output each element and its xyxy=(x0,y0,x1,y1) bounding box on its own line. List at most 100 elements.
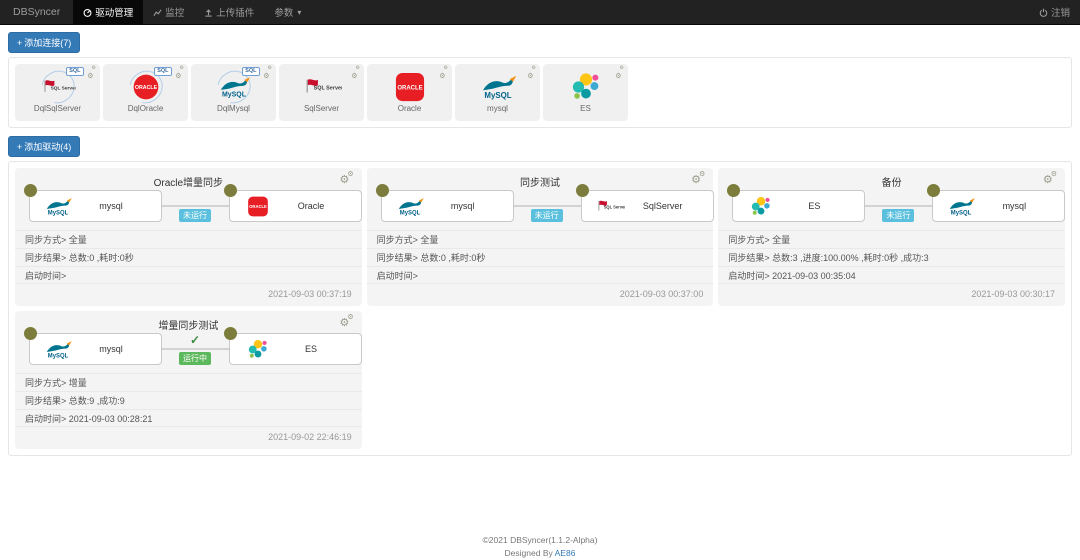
dashboard-icon xyxy=(83,8,92,17)
connector-dot-icon xyxy=(224,327,237,340)
connection-card-dqloracle[interactable]: ⚙⚙ SQL DqlOracle xyxy=(103,64,188,121)
connector-line xyxy=(161,205,230,207)
source-name: mysql xyxy=(73,344,161,354)
settings-gears-icon[interactable]: ⚙⚙ xyxy=(87,66,96,82)
target-name: Oracle xyxy=(273,201,361,211)
connection-card-dqlmysql[interactable]: ⚙⚙ SQL DqlMysql xyxy=(191,64,276,121)
settings-gears-icon[interactable]: ⚙⚙ xyxy=(263,66,272,82)
sqlserver-icon xyxy=(595,196,625,217)
connection-name: DqlSqlServer xyxy=(15,104,100,113)
connection-card-dqlsqlserver[interactable]: ⚙⚙ SQL DqlSqlServer xyxy=(15,64,100,121)
source-connector[interactable]: mysql xyxy=(381,190,514,222)
target-name: SqlServer xyxy=(625,201,713,211)
elasticsearch-icon xyxy=(243,339,273,360)
connector-dot-icon xyxy=(24,327,37,340)
dql-oracle-icon: SQL xyxy=(126,71,166,103)
sync-result-row: 同步结果> 总数:0 ,耗时:0秒 xyxy=(15,248,362,266)
mysql-icon xyxy=(43,196,73,217)
settings-gears-icon[interactable]: ⚙⚙ xyxy=(340,314,354,330)
sync-mode-row: 同步方式> 全量 xyxy=(718,230,1065,248)
target-connector[interactable]: mysql xyxy=(932,190,1065,222)
create-timestamp: 2021-09-03 00:37:19 xyxy=(268,289,352,299)
nav-item-driver-management[interactable]: 驱动管理 xyxy=(73,0,143,24)
line-chart-icon xyxy=(153,8,162,17)
chevron-down-icon: ▾ xyxy=(297,8,301,17)
target-connector[interactable]: SqlServer xyxy=(581,190,714,222)
plus-icon: + xyxy=(17,38,22,48)
create-timestamp: 2021-09-03 00:30:17 xyxy=(971,289,1055,299)
connector-dot-icon xyxy=(927,184,940,197)
source-name: ES xyxy=(776,201,864,211)
add-connection-button[interactable]: + 添加连接(7) xyxy=(8,32,80,53)
target-name: ES xyxy=(273,344,361,354)
connector-dot-icon xyxy=(24,184,37,197)
connection-name: SqlServer xyxy=(279,104,364,113)
connection-name: ES xyxy=(543,104,628,113)
sync-result-row: 同步结果> 总数:0 ,耗时:0秒 xyxy=(367,248,714,266)
mysql-icon xyxy=(478,74,518,100)
settings-gears-icon[interactable]: ⚙⚙ xyxy=(439,66,448,82)
source-connector[interactable]: ES xyxy=(732,190,865,222)
success-check-icon: ✓ xyxy=(190,333,200,347)
settings-gears-icon[interactable]: ⚙⚙ xyxy=(175,66,184,82)
connector-line xyxy=(513,205,582,207)
sql-badge: SQL xyxy=(154,67,171,76)
sql-badge: SQL xyxy=(66,67,83,76)
sqlserver-icon xyxy=(40,76,75,97)
settings-gears-icon[interactable]: ⚙⚙ xyxy=(615,66,624,82)
sync-result-row: 同步结果> 总数:3 ,进度:100.00% ,耗时:0秒 ,成功:3 xyxy=(718,248,1065,266)
source-connector[interactable]: mysql xyxy=(29,190,162,222)
plus-icon: + xyxy=(17,142,22,152)
start-time-row: 启动时间> 2021-09-03 00:35:04 xyxy=(718,266,1065,284)
footer: ©2021 DBSyncer(1.1.2-Alpha) Designed By … xyxy=(8,534,1072,560)
sync-mode-row: 同步方式> 全量 xyxy=(15,230,362,248)
settings-gears-icon[interactable]: ⚙⚙ xyxy=(351,66,360,82)
connection-card-oracle[interactable]: ⚙⚙ Oracle xyxy=(367,64,452,121)
settings-gears-icon[interactable]: ⚙⚙ xyxy=(527,66,536,82)
target-connector[interactable]: Oracle xyxy=(229,190,362,222)
nav-label: 驱动管理 xyxy=(95,5,133,19)
settings-gears-icon[interactable]: ⚙⚙ xyxy=(340,171,354,187)
create-timestamp: 2021-09-02 22:46:19 xyxy=(268,432,352,442)
logout-label: 注销 xyxy=(1051,5,1070,19)
status-badge: 未运行 xyxy=(531,209,563,222)
driver-card-incr-sync-test: 增量同步测试 ⚙⚙ mysql ES ✓ 运行中 同步方式> 增量 同步结果> … xyxy=(15,311,362,449)
connection-card-es[interactable]: ⚙⚙ ES xyxy=(543,64,628,121)
connection-name: DqlMysql xyxy=(191,104,276,113)
settings-gears-icon[interactable]: ⚙⚙ xyxy=(1043,171,1057,187)
nav-item-parameters[interactable]: 参数 ▾ xyxy=(264,0,311,24)
nav-item-monitor[interactable]: 监控 xyxy=(143,0,194,24)
driver-card-backup: 备份 ⚙⚙ ES mysql 未运行 同步方式> 全量 同步结果> 总数:3 ,… xyxy=(718,168,1065,306)
create-timestamp: 2021-09-03 00:37:00 xyxy=(620,289,704,299)
main-content: + 添加连接(7) ⚙⚙ SQL DqlSqlServer ⚙⚙ SQL xyxy=(0,25,1080,560)
source-connector[interactable]: mysql xyxy=(29,333,162,365)
connector-dot-icon xyxy=(376,184,389,197)
nav-item-upload-plugin[interactable]: 上传插件 xyxy=(194,0,264,24)
add-driver-button[interactable]: + 添加驱动(4) xyxy=(8,136,80,157)
sqlserver-icon xyxy=(302,75,342,99)
app-brand[interactable]: DBSyncer xyxy=(0,0,73,24)
connector-dot-icon xyxy=(224,184,237,197)
navbar: DBSyncer 驱动管理 监控 上传插件 参数 ▾ 注销 xyxy=(0,0,1080,25)
connector-line xyxy=(161,348,230,350)
connections-panel: ⚙⚙ SQL DqlSqlServer ⚙⚙ SQL DqlOracle xyxy=(8,57,1072,128)
settings-gears-icon[interactable]: ⚙⚙ xyxy=(691,171,705,187)
target-connector[interactable]: ES xyxy=(229,333,362,365)
start-time-row: 启动时间> xyxy=(367,266,714,284)
source-name: mysql xyxy=(425,201,513,211)
connection-card-sqlserver[interactable]: ⚙⚙ SqlServer xyxy=(279,64,364,121)
connection-card-mysql[interactable]: ⚙⚙ mysql xyxy=(455,64,540,121)
start-time-row: 启动时间> xyxy=(15,266,362,284)
sync-result-row: 同步结果> 总数:9 ,成功:9 xyxy=(15,391,362,409)
source-name: mysql xyxy=(73,201,161,211)
connection-name: Oracle xyxy=(367,104,452,113)
status-badge: 运行中 xyxy=(179,352,211,365)
elasticsearch-icon xyxy=(571,72,601,102)
mysql-icon xyxy=(43,339,73,360)
oracle-icon xyxy=(395,72,425,102)
logout-button[interactable]: 注销 xyxy=(1029,0,1080,24)
nav-label: 监控 xyxy=(165,5,184,19)
connection-name: mysql xyxy=(455,104,540,113)
mysql-icon xyxy=(946,196,976,217)
status-badge: 未运行 xyxy=(882,209,914,222)
